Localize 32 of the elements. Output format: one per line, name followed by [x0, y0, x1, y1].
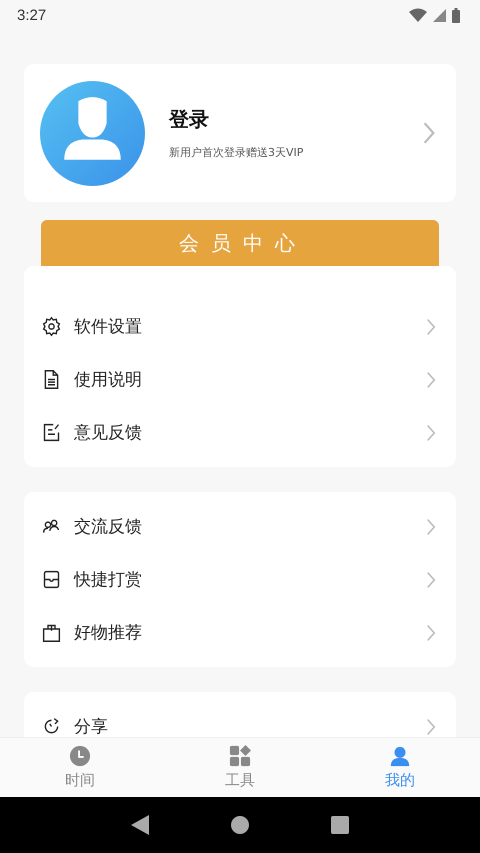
- settings-icon: [41, 316, 62, 337]
- menu-item[interactable]: 软件设置: [24, 300, 456, 353]
- menu-item[interactable]: 分享: [24, 700, 456, 737]
- login-subtitle: 新用户首次登录赠送3天VIP: [169, 145, 304, 160]
- battery-icon: [452, 8, 460, 22]
- menu-item[interactable]: 交流反馈: [24, 500, 456, 553]
- login-title: 登录: [169, 106, 210, 133]
- grid-icon: [229, 745, 251, 767]
- menu-item[interactable]: 快捷打赏: [24, 553, 456, 606]
- profile-card[interactable]: 登录 新用户首次登录赠送3天VIP: [24, 64, 456, 202]
- wallet-icon: [41, 569, 62, 590]
- signal-icon: [433, 8, 446, 22]
- chevron-right-icon: [426, 518, 436, 536]
- chevron-right-icon: [426, 424, 436, 442]
- menu-item[interactable]: 使用说明: [24, 353, 456, 406]
- person-icon: [389, 745, 411, 767]
- status-time: 3:27: [17, 6, 46, 24]
- edit-icon: [41, 422, 62, 443]
- avatar-icon: [40, 80, 145, 186]
- chevron-right-icon: [426, 318, 436, 336]
- chevron-right-icon: [426, 718, 436, 736]
- wifi-icon: [409, 8, 427, 22]
- back-icon[interactable]: [131, 815, 149, 835]
- home-icon[interactable]: [231, 816, 249, 834]
- menu-item[interactable]: 好物推荐: [24, 606, 456, 659]
- chevron-right-icon: [422, 121, 436, 145]
- chevron-right-icon: [426, 570, 436, 588]
- bag-icon: [41, 622, 62, 643]
- chevron-right-icon: [426, 370, 436, 388]
- menu-item[interactable]: 意见反馈: [24, 406, 456, 459]
- chevron-right-icon: [426, 624, 436, 642]
- clock-icon: [69, 745, 91, 767]
